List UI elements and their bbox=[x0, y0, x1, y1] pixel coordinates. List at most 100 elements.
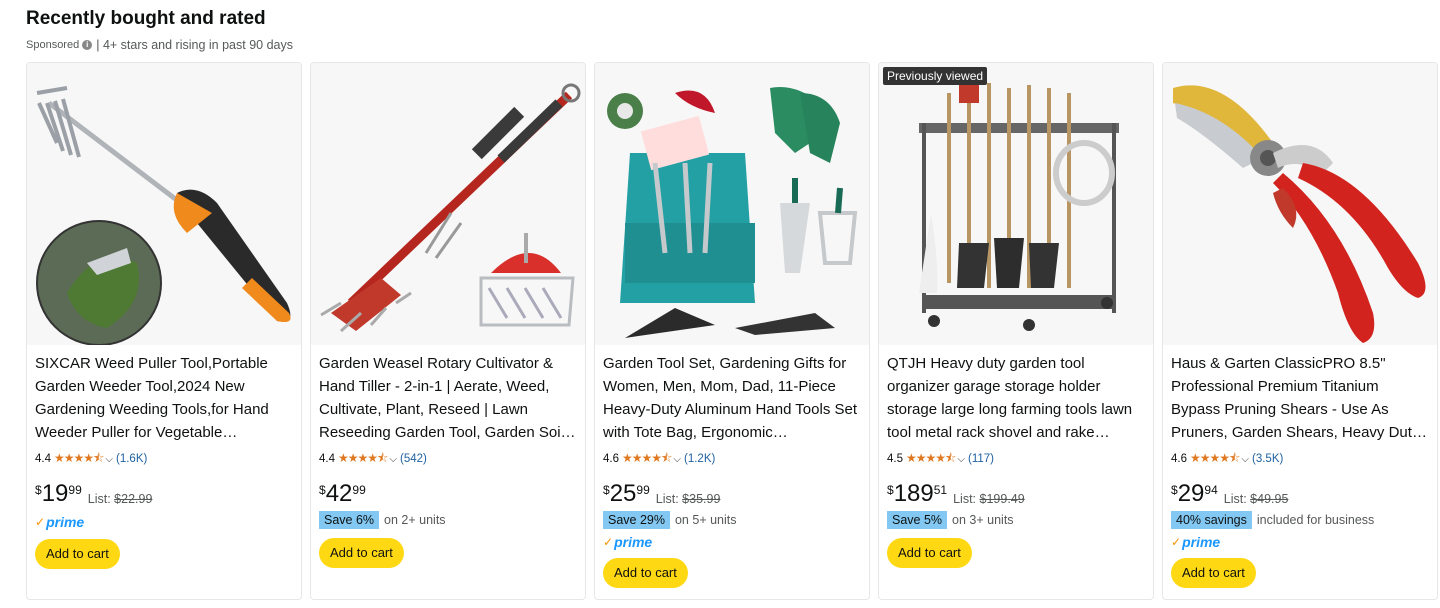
list-price-value: $35.99 bbox=[682, 492, 721, 506]
list-price: List: $199.49 bbox=[953, 492, 1025, 506]
price-currency: $ bbox=[603, 483, 610, 497]
prime-label: prime bbox=[1182, 534, 1221, 550]
product-title[interactable]: Garden Tool Set, Gardening Gifts for Wom… bbox=[603, 352, 861, 444]
quantity-discount: Save 6% on 2+ units bbox=[319, 510, 446, 530]
price-currency: $ bbox=[35, 483, 42, 497]
product-rating[interactable]: 4.6 ★★★★⯪ ⌵ (1.2K) bbox=[603, 451, 715, 466]
list-price-value: $49.95 bbox=[1250, 492, 1289, 506]
star-rating-icon: ★★★★⯪ bbox=[54, 450, 104, 465]
add-to-cart-button[interactable]: Add to cart bbox=[35, 539, 120, 569]
product-rating[interactable]: 4.5 ★★★★⯪ ⌵ (117) bbox=[887, 451, 994, 466]
list-label: List: bbox=[655, 492, 679, 506]
list-price: List: $22.99 bbox=[88, 492, 153, 506]
list-price-value: $199.49 bbox=[979, 492, 1025, 506]
save-text: on 3+ units bbox=[952, 513, 1014, 527]
product-price: $ 189 51 List: $199.49 bbox=[887, 481, 1025, 509]
add-to-cart-button[interactable]: Add to cart bbox=[319, 538, 404, 568]
rating-value: 4.6 bbox=[1171, 453, 1187, 465]
product-card[interactable]: Garden Tool Set, Gardening Gifts for Wom… bbox=[594, 62, 870, 600]
price-fraction: 99 bbox=[352, 483, 366, 497]
price-whole: 29 bbox=[1177, 480, 1205, 507]
add-to-cart-button[interactable]: Add to cart bbox=[887, 538, 972, 568]
sponsored-label[interactable]: Sponsored bbox=[26, 39, 79, 51]
price-fraction: 99 bbox=[68, 483, 82, 497]
carousel-subtitle: Sponsored i | 4+ stars and rising in pas… bbox=[26, 37, 293, 53]
save-text: on 2+ units bbox=[384, 513, 446, 527]
review-count[interactable]: (1.2K) bbox=[684, 453, 715, 465]
product-rating[interactable]: 4.6 ★★★★⯪ ⌵ (3.5K) bbox=[1171, 451, 1283, 466]
star-rating-icon: ★★★★⯪ bbox=[1190, 450, 1240, 465]
save-text: included for business bbox=[1256, 513, 1375, 527]
chevron-down-icon[interactable]: ⌵ bbox=[1241, 454, 1249, 465]
info-icon[interactable]: i bbox=[82, 40, 93, 50]
prime-check-icon: ✓ bbox=[1171, 535, 1182, 549]
product-title[interactable]: SIXCAR Weed Puller Tool,Portable Garden … bbox=[35, 352, 293, 444]
product-card[interactable]: SIXCAR Weed Puller Tool,Portable Garden … bbox=[26, 62, 302, 600]
review-count[interactable]: (542) bbox=[400, 453, 427, 465]
product-card[interactable]: Previously viewed QTJH Heavy duty garden… bbox=[878, 62, 1154, 600]
chevron-down-icon[interactable]: ⌵ bbox=[105, 454, 113, 465]
review-count[interactable]: (1.6K) bbox=[116, 453, 147, 465]
product-title[interactable]: Garden Weasel Rotary Cultivator & Hand T… bbox=[319, 352, 577, 444]
product-image[interactable] bbox=[311, 63, 585, 345]
price-currency: $ bbox=[319, 483, 326, 497]
quantity-discount: Save 29% on 5+ units bbox=[603, 510, 737, 530]
list-label: List: bbox=[1223, 492, 1247, 506]
chevron-down-icon[interactable]: ⌵ bbox=[957, 454, 965, 465]
price-currency: $ bbox=[1171, 483, 1178, 497]
subtitle-text: | 4+ stars and rising in past 90 days bbox=[96, 38, 293, 52]
product-image[interactable]: Previously viewed bbox=[879, 63, 1153, 345]
save-badge: 40% savings bbox=[1171, 511, 1252, 529]
add-to-cart-button[interactable]: Add to cart bbox=[603, 558, 688, 588]
product-rating[interactable]: 4.4 ★★★★⯪ ⌵ (1.6K) bbox=[35, 451, 147, 466]
save-badge: Save 6% bbox=[319, 511, 380, 529]
product-image[interactable] bbox=[595, 63, 869, 345]
prime-check-icon: ✓ bbox=[603, 535, 614, 549]
star-rating-icon: ★★★★⯪ bbox=[622, 450, 672, 465]
list-price-value: $22.99 bbox=[114, 492, 153, 506]
star-rating-icon: ★★★★⯪ bbox=[338, 450, 388, 465]
carousel-header: Recently bought and rated Sponsored i | … bbox=[26, 7, 293, 53]
list-label: List: bbox=[953, 492, 977, 506]
add-to-cart-button[interactable]: Add to cart bbox=[1171, 558, 1256, 588]
product-rating[interactable]: 4.4 ★★★★⯪ ⌵ (542) bbox=[319, 451, 427, 466]
review-count[interactable]: (3.5K) bbox=[1252, 453, 1283, 465]
product-title[interactable]: QTJH Heavy duty garden tool organizer ga… bbox=[887, 352, 1145, 444]
price-fraction: 99 bbox=[636, 483, 650, 497]
chevron-down-icon[interactable]: ⌵ bbox=[389, 454, 397, 465]
carousel-title: Recently bought and rated bbox=[26, 8, 266, 29]
prime-badge: ✓ prime bbox=[603, 534, 652, 550]
price-whole: 189 bbox=[893, 480, 934, 507]
quantity-discount: Save 5% on 3+ units bbox=[887, 510, 1014, 530]
business-savings: 40% savings included for business bbox=[1171, 510, 1374, 530]
product-image[interactable] bbox=[27, 63, 301, 345]
previously-viewed-badge: Previously viewed bbox=[883, 67, 988, 85]
rating-value: 4.6 bbox=[603, 453, 619, 465]
product-card[interactable]: Garden Weasel Rotary Cultivator & Hand T… bbox=[310, 62, 586, 600]
star-rating-icon: ★★★★⯪ bbox=[906, 450, 956, 465]
save-badge: Save 29% bbox=[603, 511, 670, 529]
price-whole: 25 bbox=[609, 480, 637, 507]
product-price: $ 25 99 List: $35.99 bbox=[603, 481, 720, 509]
price-whole: 42 bbox=[325, 480, 353, 507]
list-price: List: $35.99 bbox=[656, 492, 721, 506]
product-price: $ 29 94 List: $49.95 bbox=[1171, 481, 1288, 509]
prime-label: prime bbox=[614, 534, 653, 550]
product-image[interactable] bbox=[1163, 63, 1437, 345]
rating-value: 4.4 bbox=[319, 453, 335, 465]
list-price: List: $49.95 bbox=[1224, 492, 1289, 506]
save-badge: Save 5% bbox=[887, 511, 948, 529]
review-count[interactable]: (117) bbox=[968, 453, 994, 465]
price-fraction: 51 bbox=[933, 483, 948, 497]
prime-badge: ✓ prime bbox=[1171, 534, 1220, 550]
product-carousel: SIXCAR Weed Puller Tool,Portable Garden … bbox=[26, 62, 1438, 600]
product-price: $ 19 99 List: $22.99 bbox=[35, 481, 152, 509]
product-card[interactable]: Haus & Garten ClassicPRO 8.5" Profession… bbox=[1162, 62, 1438, 600]
product-title[interactable]: Haus & Garten ClassicPRO 8.5" Profession… bbox=[1171, 352, 1429, 444]
rating-value: 4.5 bbox=[887, 453, 903, 465]
prime-check-icon: ✓ bbox=[35, 515, 46, 529]
chevron-down-icon[interactable]: ⌵ bbox=[673, 454, 681, 465]
list-label: List: bbox=[87, 492, 111, 506]
rating-value: 4.4 bbox=[35, 453, 51, 465]
prime-label: prime bbox=[46, 514, 85, 530]
